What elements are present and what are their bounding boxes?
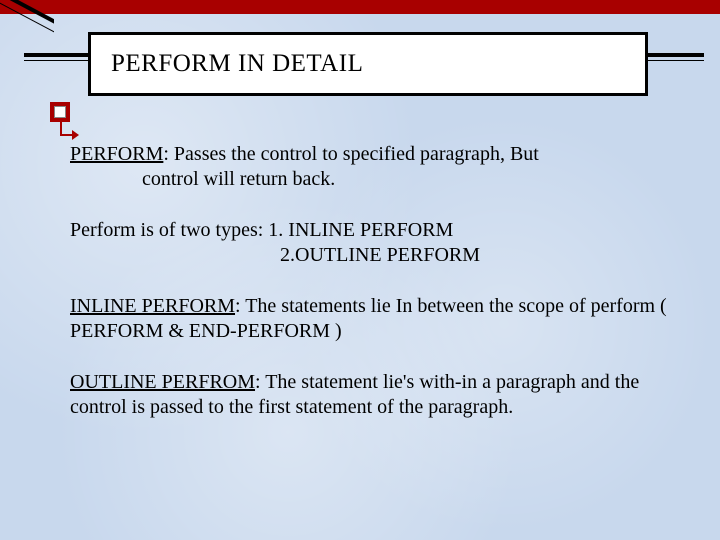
bullet-arrow-icon [60, 124, 78, 140]
outline-paragraph: OUTLINE PERFROM: The statement lie's wit… [70, 370, 670, 420]
perform-desc-1: : Passes the control to specified paragr… [163, 143, 538, 165]
slide-title: PERFORM IN DETAIL [111, 50, 363, 78]
outline-term: OUTLINE PERFROM [70, 371, 255, 393]
types-paragraph: Perform is of two types: 1. INLINE PERFO… [70, 218, 670, 268]
slide-content: PERFORM: Passes the control to specified… [70, 142, 670, 446]
perform-paragraph: PERFORM: Passes the control to specified… [70, 142, 670, 192]
title-box: PERFORM IN DETAIL [88, 32, 648, 96]
perform-desc-2: control will return back. [70, 167, 670, 192]
inline-term: INLINE PERFORM [70, 295, 235, 317]
types-line-1: Perform is of two types: 1. INLINE PERFO… [70, 218, 670, 243]
top-red-bar [0, 0, 720, 14]
perform-term: PERFORM [70, 143, 163, 165]
types-line-2: 2.OUTLINE PERFORM [70, 243, 670, 268]
bullet-square-inner [54, 106, 66, 118]
inline-paragraph: INLINE PERFORM: The statements lie In be… [70, 294, 670, 344]
corner-diagonal [0, 0, 54, 40]
